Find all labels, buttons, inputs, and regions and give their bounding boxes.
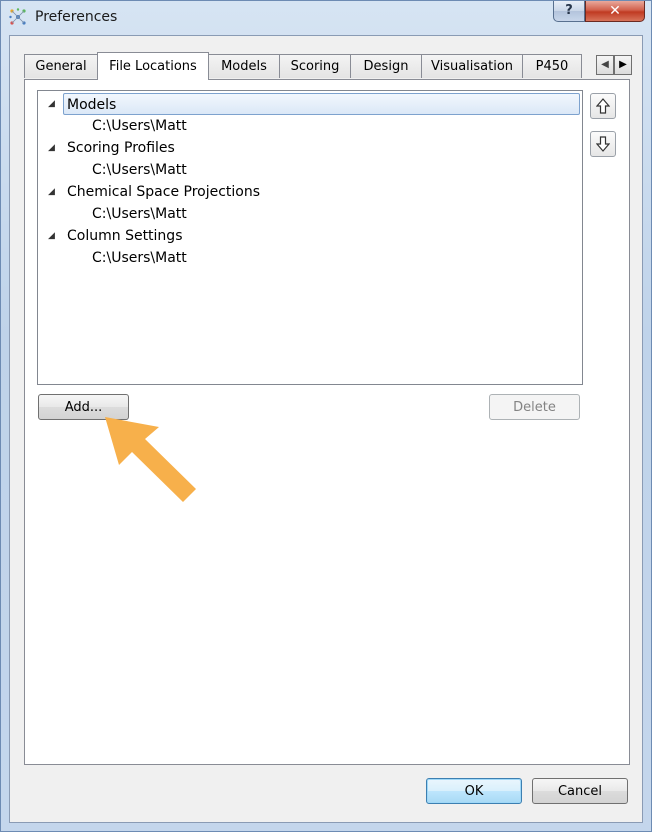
tree-path-chemical-space-projections[interactable]: C:\Users\Matt [92,203,187,225]
tab-visualisation[interactable]: Visualisation [421,54,523,78]
arrow-up-icon [596,98,610,114]
app-icon [9,8,27,26]
close-icon: ✕ [609,3,621,19]
tree-path-models[interactable]: C:\Users\Matt [92,115,187,137]
file-locations-tree[interactable]: ◢ Models C:\Users\Matt ◢ Scoring Profile… [37,90,583,385]
expanded-triangle-icon[interactable]: ◢ [48,137,58,159]
tab-scroll-right-button[interactable]: ▶ [614,55,632,75]
expanded-triangle-icon[interactable]: ◢ [48,181,58,203]
tree-group-label[interactable]: Models [63,93,580,115]
tree-group-column-settings[interactable]: ◢ Column Settings [38,225,582,247]
move-up-button[interactable] [590,93,616,119]
tab-file-locations[interactable]: File Locations [97,52,209,80]
tab-p450[interactable]: P450 [522,54,582,78]
delete-button[interactable]: Delete [489,394,580,420]
tab-design[interactable]: Design [350,54,422,78]
expanded-triangle-icon[interactable]: ◢ [48,93,58,115]
chevron-left-icon: ◀ [601,59,609,70]
move-down-button[interactable] [590,131,616,157]
cancel-button[interactable]: Cancel [532,778,628,804]
tree-group-chemical-space-projections[interactable]: ◢ Chemical Space Projections [38,181,582,203]
tree-group-label[interactable]: Scoring Profiles [67,137,175,159]
tree-group-models[interactable]: ◢ Models [38,93,582,115]
annotation-arrow-icon [105,417,196,502]
arrow-down-icon [596,136,610,152]
tree-group-label[interactable]: Chemical Space Projections [67,181,260,203]
tree-group-label[interactable]: Column Settings [67,225,183,247]
close-button[interactable]: ✕ [585,1,645,22]
preferences-window: Preferences ? ✕ General File Locations M… [0,0,652,832]
window-title: Preferences [35,9,118,25]
tab-general[interactable]: General [24,54,98,78]
tab-scoring[interactable]: Scoring [279,54,351,78]
expanded-triangle-icon[interactable]: ◢ [48,225,58,247]
title-bar[interactable]: Preferences ? ✕ [1,1,651,35]
tab-scroll-left-button[interactable]: ◀ [596,55,614,75]
tree-path-column-settings[interactable]: C:\Users\Matt [92,247,187,269]
ok-button[interactable]: OK [426,778,522,804]
tab-strip: General File Locations Models Scoring De… [24,52,632,80]
tree-group-scoring-profiles[interactable]: ◢ Scoring Profiles [38,137,582,159]
chevron-right-icon: ▶ [619,59,627,70]
tab-models[interactable]: Models [208,54,280,78]
tree-path-scoring-profiles[interactable]: C:\Users\Matt [92,159,187,181]
help-button[interactable]: ? [553,1,585,22]
